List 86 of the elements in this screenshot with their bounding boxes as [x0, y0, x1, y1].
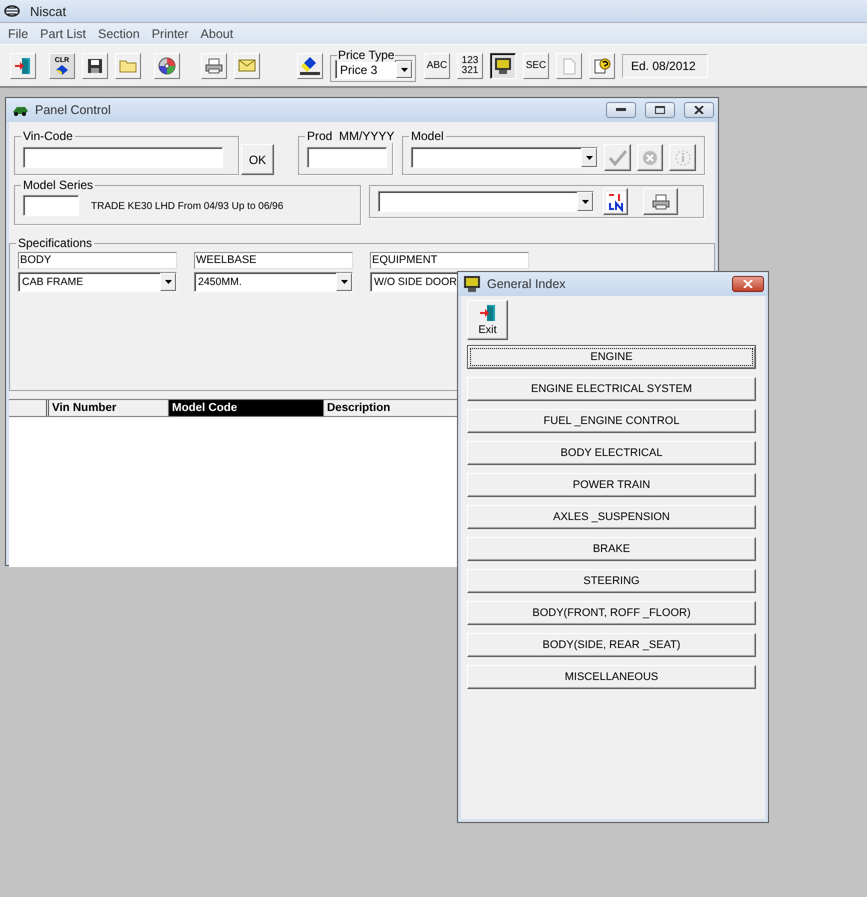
check-icon	[608, 150, 627, 166]
price-type-dropdown[interactable]: Price 3	[335, 60, 413, 79]
cancel-icon	[642, 150, 658, 166]
input-field[interactable]	[23, 147, 223, 168]
app-logo-icon	[4, 5, 20, 17]
print-button[interactable]	[201, 52, 227, 78]
section-button[interactable]: STEERING	[467, 569, 756, 593]
section-button[interactable]: ENGINE	[467, 345, 756, 369]
section-button[interactable]: MISCELLANEOUS	[467, 665, 756, 689]
print-button[interactable]	[643, 188, 678, 215]
close-button[interactable]	[684, 102, 714, 118]
section-button[interactable]: BRAKE	[467, 537, 756, 561]
series-dropdown[interactable]	[378, 191, 594, 212]
maximize-button[interactable]	[645, 102, 675, 118]
window-title: Panel Control	[35, 103, 112, 117]
exit-door-icon	[478, 304, 496, 322]
group-label: Prod MM/YYYY	[305, 129, 396, 143]
new-button[interactable]	[556, 52, 582, 78]
group-label: Specifications	[16, 236, 94, 250]
model-dropdown[interactable]	[411, 147, 598, 168]
toolbar-button[interactable]: SEC	[523, 52, 549, 78]
maximize-icon	[655, 106, 665, 114]
spec-heading: EQUIPMENT	[370, 252, 529, 269]
spec-dropdown[interactable]: 2450MM.	[194, 272, 353, 292]
disc-button[interactable]	[154, 52, 180, 78]
spec-heading: BODY	[18, 252, 177, 269]
printer-icon	[652, 194, 670, 210]
minimize-icon	[616, 108, 626, 112]
menu-item[interactable]: File	[2, 26, 34, 40]
help-button[interactable]	[589, 52, 615, 78]
dropdown-arrow-icon	[582, 200, 588, 204]
language-button[interactable]	[603, 188, 628, 215]
folder-icon	[119, 58, 137, 73]
input-field[interactable]	[307, 147, 387, 168]
menu-item[interactable]: About	[194, 26, 240, 40]
section-button[interactable]: AXLES _SUSPENSION	[467, 505, 756, 529]
section-button[interactable]: BODY ELECTRICAL	[467, 441, 756, 465]
window-title: Niscat	[30, 4, 66, 18]
ok-button[interactable]: OK	[241, 144, 274, 175]
toolbar-button[interactable]: 123 321	[457, 52, 483, 78]
dropdown-arrow-icon	[400, 68, 408, 72]
toolbar-button[interactable]: ABC	[424, 52, 450, 78]
input-field[interactable]	[23, 195, 79, 216]
spec-heading: WEELBASE	[194, 252, 353, 269]
printer-icon	[205, 58, 223, 74]
section-button[interactable]: BODY(SIDE, REAR _SEAT)	[467, 633, 756, 657]
minimize-button[interactable]	[606, 102, 636, 118]
exit-button[interactable]: Exit	[467, 300, 508, 340]
model-series-description: TRADE KE30 LHD From 04/93 Up to 06/96	[91, 201, 284, 212]
close-icon	[743, 280, 753, 288]
section-button[interactable]: POWER TRAIN	[467, 473, 756, 497]
menu-item[interactable]: Part List	[34, 26, 92, 40]
info-icon	[674, 150, 691, 166]
spec-dropdown[interactable]: CAB FRAME	[18, 272, 177, 292]
price-list-button[interactable]	[297, 52, 323, 78]
car-icon	[11, 104, 29, 116]
help-document-icon	[593, 56, 611, 74]
group-label: Model	[409, 129, 446, 143]
exit-button[interactable]	[10, 52, 36, 78]
group-label: Vin-Code	[21, 129, 75, 143]
mail-button[interactable]	[234, 52, 260, 78]
column-header[interactable]: Model Code	[169, 400, 324, 416]
save-button[interactable]	[82, 52, 108, 78]
menu-item[interactable]: Printer	[146, 26, 195, 40]
dropdown-arrow-icon	[586, 156, 593, 160]
section-button[interactable]: FUEL _ENGINE CONTROL	[467, 409, 756, 433]
section-button[interactable]: BODY(FRONT, ROFF _FLOOR)	[467, 601, 756, 625]
section-button[interactable]: ENGINE ELECTRICAL SYSTEM	[467, 377, 756, 401]
blank-page-icon	[561, 56, 577, 74]
edition-label: Ed. 08/2012	[622, 54, 708, 78]
dropdown-arrow-icon	[340, 280, 348, 284]
group-label: Price Type	[337, 48, 396, 62]
menu-item[interactable]: Section	[92, 26, 146, 40]
open-button[interactable]	[115, 52, 141, 78]
dropdown-arrow-icon	[164, 280, 172, 284]
close-button[interactable]	[732, 276, 764, 292]
disc-icon	[158, 56, 176, 74]
eraser-icon	[55, 64, 69, 74]
exit-door-icon	[14, 56, 32, 74]
monitor-icon	[494, 56, 512, 74]
group-label: Model Series	[21, 178, 96, 192]
monitor-button[interactable]	[490, 52, 516, 78]
language-icon	[606, 192, 626, 212]
monitor-icon	[463, 275, 481, 293]
envelope-icon	[238, 59, 256, 72]
close-icon	[694, 106, 704, 114]
